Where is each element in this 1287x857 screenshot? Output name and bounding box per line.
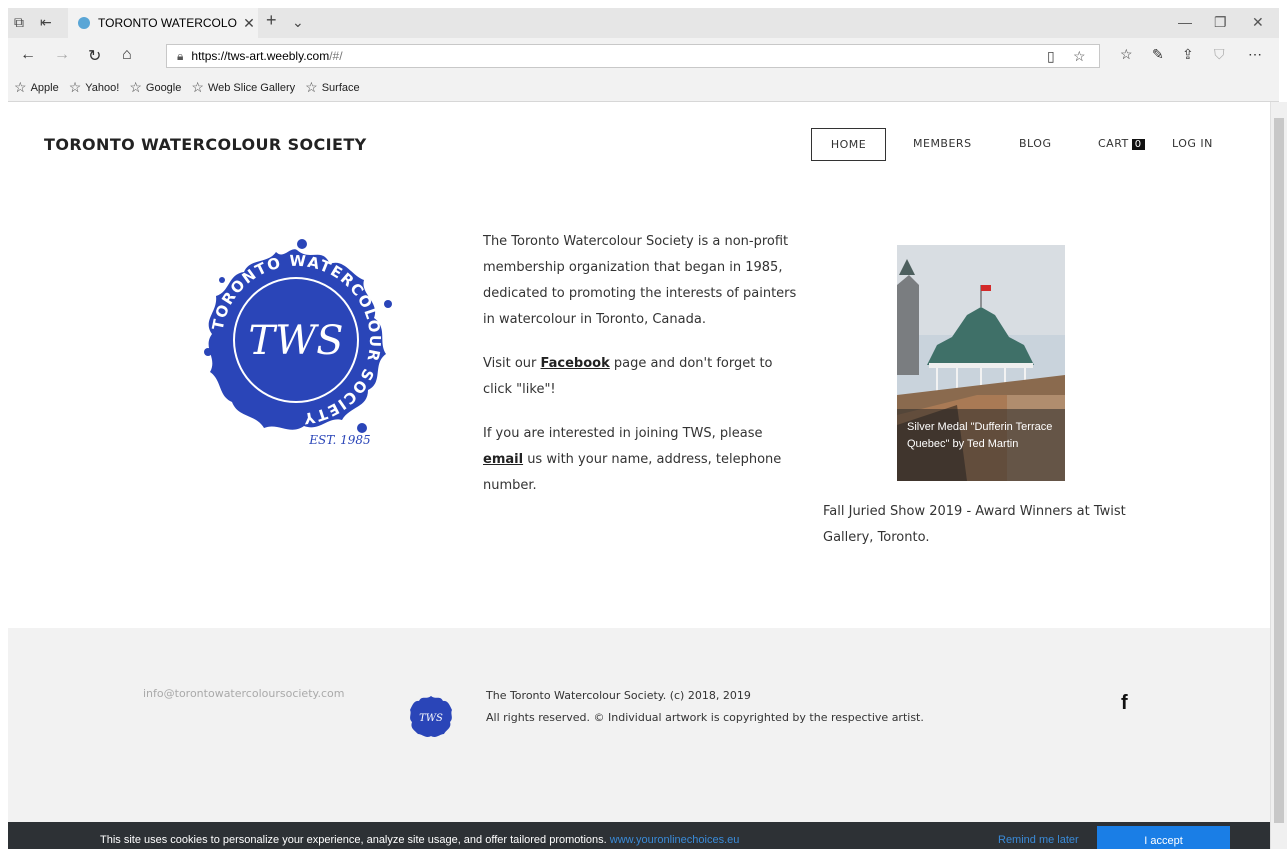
refresh-icon[interactable]: ↻	[88, 46, 101, 66]
back-icon[interactable]: ←	[20, 46, 36, 64]
more-menu-icon[interactable]: ⋯	[1248, 46, 1262, 63]
star-icon: ☆	[191, 79, 204, 95]
intro-paragraph-2: Visit our Facebook page and don't forget…	[483, 356, 773, 397]
splash-drop	[357, 423, 367, 433]
star-icon: ☆	[129, 79, 142, 95]
intro-paragraph-3: If you are interested in joining TWS, pl…	[483, 426, 782, 493]
cart-count-badge: 0	[1131, 139, 1145, 150]
tab-actions-icon[interactable]: ⧉	[14, 14, 24, 31]
intro-paragraph-1: The Toronto Watercolour Society is a non…	[483, 234, 797, 327]
browser-tab-bar: ⧉ ⇤ TORONTO WATERCOLO ✕ + ⌄ — ❐ ✕	[8, 8, 1279, 38]
svg-text:TWS: TWS	[419, 713, 443, 724]
footer-logo: TWS	[410, 696, 452, 737]
favorite-web-slice-gallery[interactable]: ☆ Web Slice Gallery	[191, 79, 295, 96]
add-favorite-star-icon[interactable]: ☆	[1073, 48, 1086, 65]
star-icon: ☆	[68, 79, 82, 95]
tab-title: TORONTO WATERCOLO	[98, 16, 237, 30]
accept-cookies-button[interactable]: I accept	[1097, 826, 1230, 849]
facebook-icon[interactable]: f	[1121, 692, 1128, 715]
close-window-icon[interactable]: ✕	[1252, 14, 1264, 31]
home-icon[interactable]: ⌂	[122, 46, 132, 64]
minimize-icon[interactable]: —	[1178, 14, 1192, 30]
favorites-hub-icon[interactable]: ☆	[1120, 46, 1133, 63]
address-toolbar: ← → ↻ ⌂ 🔒︎ https://tws-art.weebly.com/#/…	[8, 38, 1279, 74]
close-tab-icon[interactable]: ✕	[240, 15, 258, 32]
splash-drop	[297, 239, 307, 249]
set-tabs-aside-icon[interactable]: ⇤	[40, 14, 52, 31]
email-link[interactable]: email	[483, 452, 523, 467]
vertical-scrollbar[interactable]	[1270, 102, 1287, 849]
tws-logo: TORONTO WATERCOLOUR SOCIETY TWS EST. 198…	[204, 239, 392, 447]
site-title[interactable]: TORONTO WATERCOLOUR SOCIETY	[44, 135, 367, 154]
remind-later-button[interactable]: Remind me later	[998, 834, 1079, 846]
favorite-google[interactable]: ☆ Google	[129, 79, 181, 96]
splash-drop	[384, 300, 392, 308]
nav-cart[interactable]: CART 0	[1098, 137, 1145, 150]
favorites-bar: ☆ Apple ☆ Yahoo! ☆ Google ☆ Web Slice Galler…	[8, 74, 1279, 102]
browser-tab[interactable]: TORONTO WATERCOLO ✕	[68, 8, 258, 38]
address-input[interactable]: 🔒︎ https://tws-art.weebly.com/#/ ▯ ☆	[166, 44, 1100, 68]
url-path: /#/	[329, 49, 343, 63]
cookie-message: This site uses cookies to personalize yo…	[100, 834, 740, 846]
splash-drop	[204, 348, 212, 356]
cookie-banner: This site uses cookies to personalize yo…	[8, 822, 1270, 849]
restore-icon[interactable]: ❐	[1214, 14, 1227, 31]
star-icon: ☆	[14, 79, 27, 95]
cookie-choices-link[interactable]: www.youronlinechoices.eu	[610, 834, 740, 846]
favorite-surface[interactable]: ☆ Surface	[305, 79, 359, 96]
logo-established: EST. 1985	[308, 433, 370, 447]
splash-drop	[219, 277, 225, 283]
site-favicon-icon	[78, 17, 90, 29]
new-tab-icon[interactable]: +	[266, 10, 277, 31]
favorite-apple[interactable]: ☆ Apple	[14, 79, 59, 96]
footer-email[interactable]: info@torontowatercoloursociety.com	[143, 687, 344, 700]
facebook-link[interactable]: Facebook	[541, 356, 610, 371]
lock-icon: 🔒︎	[177, 48, 184, 63]
logo-monogram: TWS	[248, 318, 343, 364]
nav-home[interactable]: HOME	[811, 128, 886, 161]
url-host: https://tws-art.weebly.com	[191, 49, 330, 63]
share-icon[interactable]: ⇪	[1182, 46, 1194, 63]
forward-icon[interactable]: →	[54, 46, 70, 64]
favorite-yahoo[interactable]: ☆ Yahoo!	[69, 79, 120, 96]
gallery-note: Fall Juried Show 2019 - Award Winners at…	[823, 504, 1126, 545]
nav-blog[interactable]: BLOG	[1019, 137, 1051, 150]
footer-copyright: The Toronto Watercolour Society. (c) 201…	[486, 685, 924, 729]
intro-text: The Toronto Watercolour Society is a non…	[483, 229, 803, 517]
featured-painting[interactable]: Silver Medal "Dufferin Terrace Quebec" b…	[897, 245, 1065, 481]
tab-list-chevron-icon[interactable]: ⌄	[292, 14, 304, 31]
nav-login[interactable]: LOG IN	[1172, 137, 1213, 150]
painting-caption: Silver Medal "Dufferin Terrace Quebec" b…	[897, 409, 1065, 481]
footer-line-2: All rights reserved. © Individual artwor…	[486, 711, 924, 724]
page-viewport: TORONTO WATERCOLOUR SOCIETY HOME MEMBERS…	[8, 102, 1270, 849]
nav-members[interactable]: MEMBERS	[913, 137, 972, 150]
footer-line-1: The Toronto Watercolour Society. (c) 201…	[486, 689, 751, 702]
extension-shield-icon[interactable]: ⛉	[1214, 46, 1225, 63]
scrollbar-thumb[interactable]	[1274, 118, 1284, 823]
web-note-pen-icon[interactable]: ✎	[1152, 46, 1164, 63]
reading-view-icon[interactable]: ▯	[1047, 48, 1055, 65]
site-footer: info@torontowatercoloursociety.com TWS T…	[8, 628, 1270, 822]
star-icon: ☆	[305, 79, 318, 95]
